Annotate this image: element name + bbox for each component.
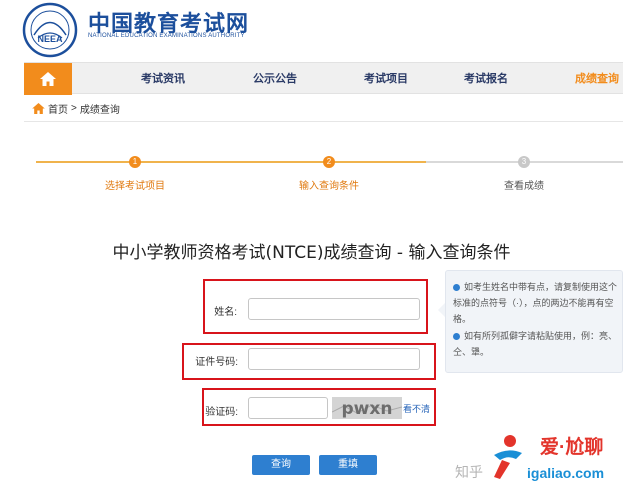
query-button[interactable]: 查询 — [252, 455, 310, 475]
nav-item-exam-news[interactable]: 考试资讯 — [141, 63, 185, 95]
step-line-done — [36, 161, 426, 163]
breadcrumb: 首页 > 成绩查询 — [32, 100, 120, 116]
captcha-text: pwxn — [342, 399, 393, 419]
name-input[interactable] — [248, 298, 420, 320]
reset-button[interactable]: 重填 — [319, 455, 377, 475]
captcha-input[interactable] — [248, 397, 328, 419]
tips-arrow — [438, 303, 445, 317]
brand-person-logo-icon — [494, 435, 522, 479]
home-icon — [40, 72, 56, 86]
main-nav: 考试资讯 公示公告 考试项目 考试报名 成绩查询 — [24, 62, 623, 95]
page-title: 中小学教师资格考试(NTCE)成绩查询 - 输入查询条件 — [112, 243, 511, 263]
tip-item: 如有所列孤僻字请粘贴使用，例：亮、仝、犟。 — [453, 328, 621, 360]
nav-home-button[interactable] — [24, 63, 72, 95]
brand-url-watermark: igaliao.com — [527, 465, 605, 481]
step-3-dot: 3 — [518, 156, 530, 168]
seal-text: NEEA — [37, 34, 63, 44]
tip-item: 如考生姓名中带有点，请复制使用这个标准的点符号（·），点的两边不能再有空格。 — [453, 279, 621, 327]
breadcrumb-divider — [24, 121, 623, 122]
home-icon — [32, 102, 45, 114]
zhihu-watermark: 知乎 — [455, 464, 483, 480]
id-number-input[interactable] — [248, 348, 420, 370]
step-3-label: 查看成绩 — [504, 181, 544, 192]
brand-watermark: 爱·尬聊 — [540, 437, 604, 458]
id-number-label: 证件号码: — [195, 357, 238, 368]
radio-dot-icon — [453, 284, 460, 291]
breadcrumb-home-link[interactable]: 首页 — [48, 101, 68, 116]
step-2-dot: 2 — [323, 156, 335, 168]
neea-seal-logo[interactable]: NEEA — [22, 2, 78, 58]
name-label: 姓名: — [214, 307, 237, 318]
captcha-label: 验证码: — [205, 407, 238, 418]
nav-item-exam-projects[interactable]: 考试项目 — [364, 63, 408, 95]
step-2-label: 输入查询条件 — [299, 181, 359, 192]
step-1-label: 选择考试项目 — [105, 181, 165, 192]
captcha-refresh-link[interactable]: 看不清 — [403, 402, 430, 415]
site-header: NEEA 中国教育考试网 NATIONAL EDUCATION EXAMINAT… — [0, 0, 623, 62]
breadcrumb-current: 成绩查询 — [79, 104, 120, 116]
breadcrumb-separator: > — [71, 102, 77, 114]
nav-item-score-query[interactable]: 成绩查询 — [575, 63, 619, 95]
input-tips-panel: 如考生姓名中带有点，请复制使用这个标准的点符号（·），点的两边不能再有空格。 如… — [445, 270, 623, 373]
nav-item-registration[interactable]: 考试报名 — [464, 63, 508, 95]
captcha-image[interactable]: pwxn — [332, 397, 402, 419]
radio-dot-icon — [453, 333, 460, 340]
tip-text: 如考生姓名中带有点，请复制使用这个标准的点符号（·），点的两边不能再有空格。 — [453, 282, 618, 324]
step-1-dot: 1 — [129, 156, 141, 168]
nav-item-announcements[interactable]: 公示公告 — [253, 63, 297, 95]
site-logo-subtitle: NATIONAL EDUCATION EXAMINATIONS AUTHORIT… — [88, 33, 245, 39]
tip-text: 如有所列孤僻字请粘贴使用，例：亮、仝、犟。 — [453, 331, 618, 357]
